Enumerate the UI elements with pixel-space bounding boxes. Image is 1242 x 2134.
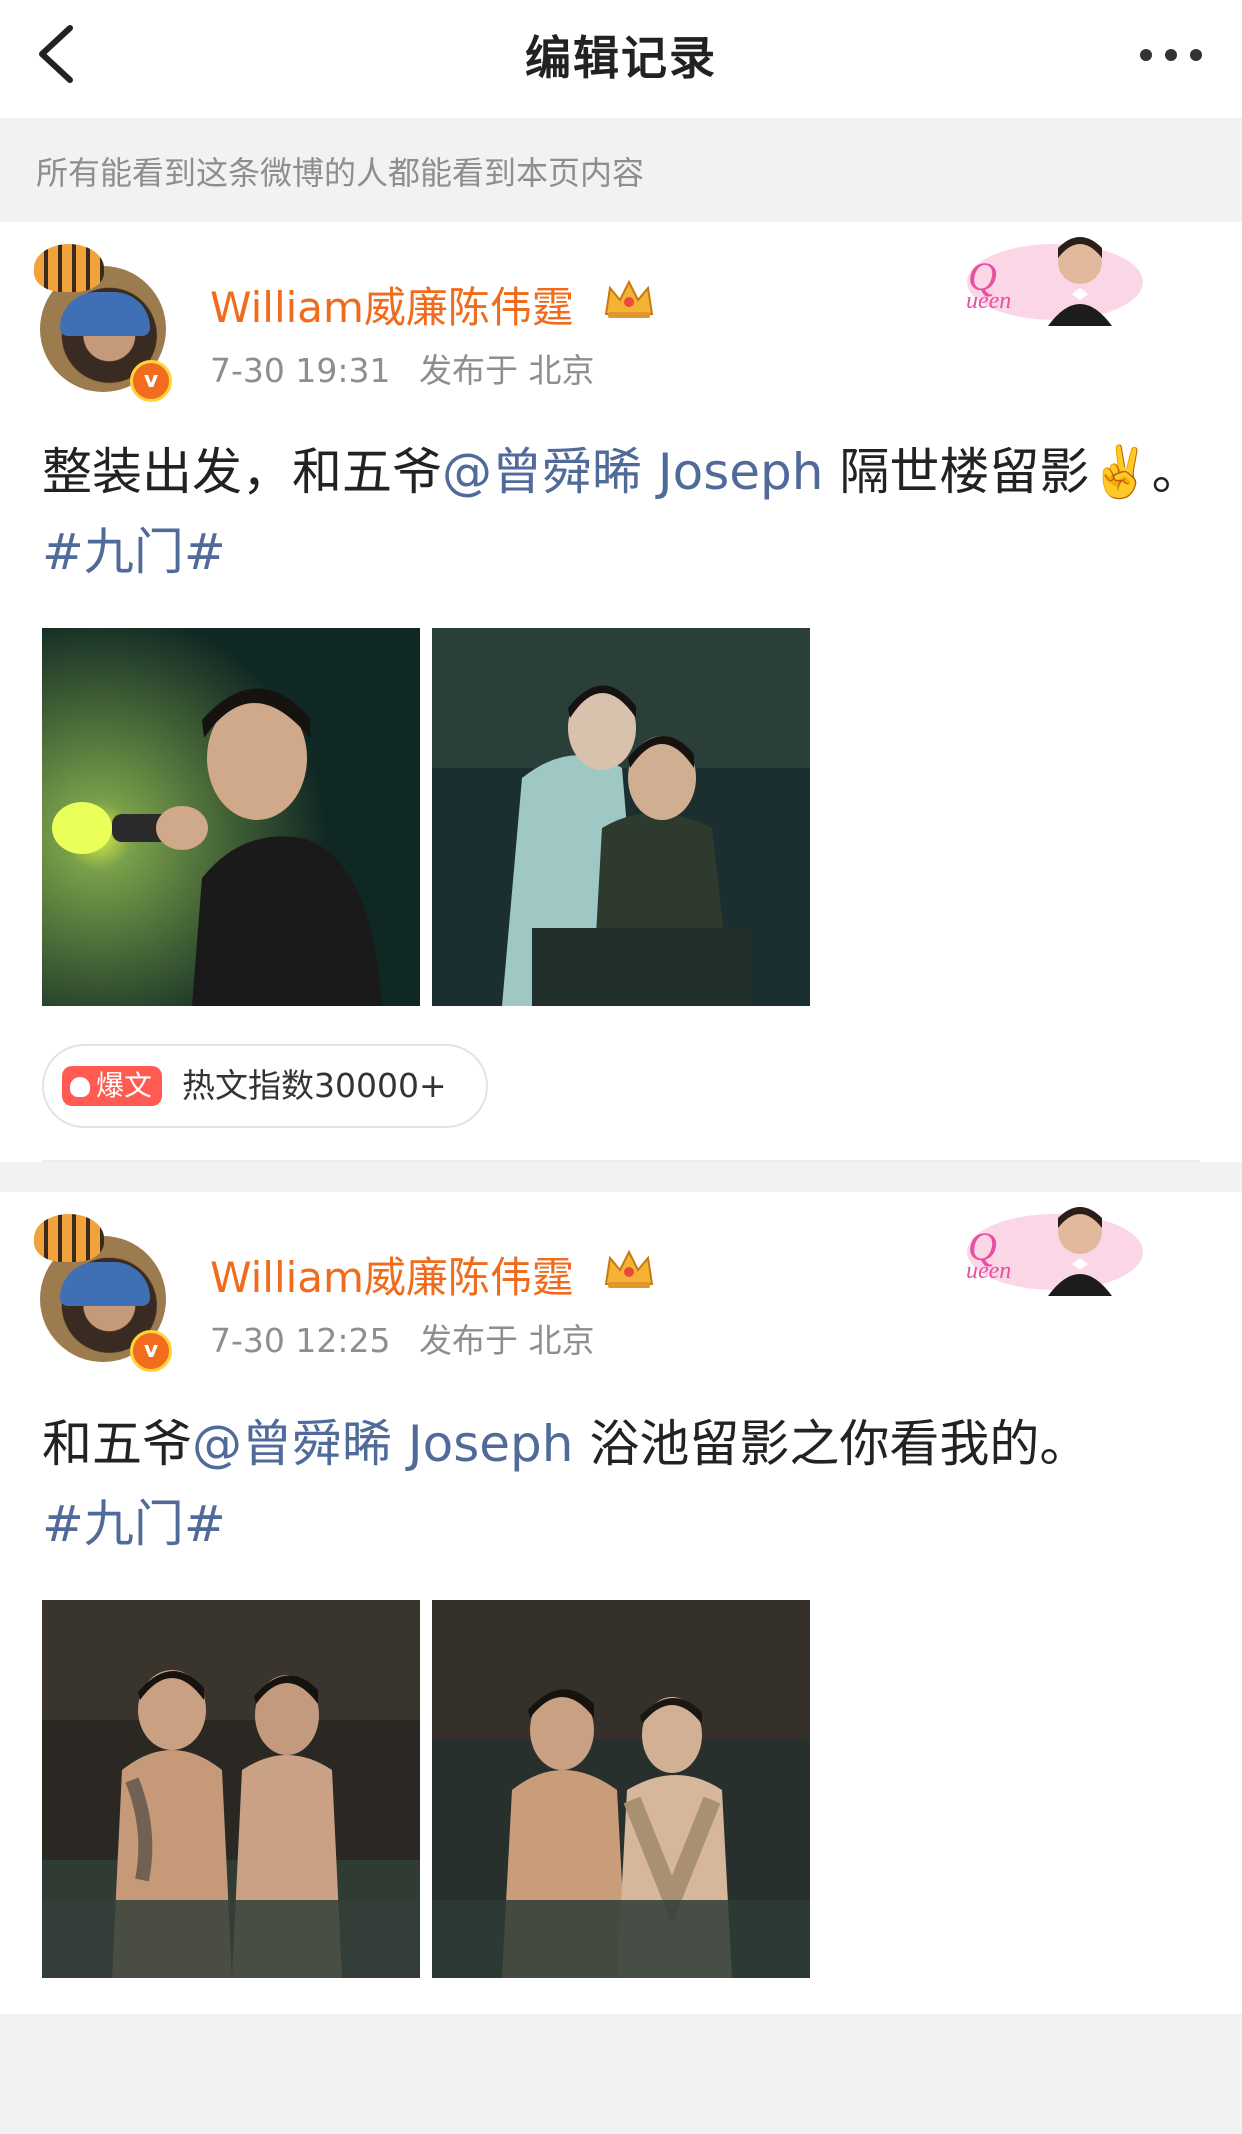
divider [42,1160,1200,1162]
mention-link[interactable]: @曾舜晞 Joseph [442,443,823,501]
post-photo[interactable] [42,628,420,1006]
page-title: 编辑记录 [525,31,717,85]
post-location: 发布于 北京 [419,351,595,390]
avatar[interactable]: v [32,244,172,402]
post-time: 7-30 19:31 [210,351,391,390]
post-content: 整装出发，和五爷@曾舜晞 Joseph 隔世楼留影✌️。 #九门# [42,432,1202,592]
more-dots-icon[interactable] [1136,40,1206,70]
post-meta: 7-30 12:25 发布于 北京 [210,1314,613,1362]
svg-text:ueen: ueen [966,288,1011,314]
queen-badge-image: Q ueen [960,222,1150,326]
post-card: v William威廉陈伟霆 7-30 19:31 发布于 北京 Q ueen … [0,222,1242,1162]
post-card: v William威廉陈伟霆 7-30 12:25 发布于 北京 Q ueen … [0,1192,1242,2014]
post-photo[interactable] [432,1600,810,1978]
crown-icon[interactable] [602,278,656,320]
post-location: 发布于 北京 [419,1321,595,1360]
post-photo[interactable] [42,1600,420,1978]
hot-tag-label: 爆文 [96,1069,153,1102]
crown-icon[interactable] [602,1248,656,1290]
visibility-notice: 所有能看到这条微博的人都能看到本页内容 [0,118,1242,222]
hashtag-link[interactable]: #九门# [42,523,226,581]
tiger-pendant-icon [34,244,104,292]
post-meta: 7-30 19:31 发布于 北京 [210,344,613,392]
notice-text: 所有能看到这条微博的人都能看到本页内容 [36,154,645,192]
flame-icon [70,1077,90,1097]
post-photo[interactable] [432,628,810,1006]
mention-link[interactable]: @曾舜晞 Joseph [192,1415,573,1473]
post-text-part: 整装出发，和五爷 [42,443,442,501]
tiger-pendant-icon [34,1214,104,1262]
post-text-part: 浴池留影之你看我的。 [589,1415,1090,1473]
top-nav-bar: 编辑记录 [0,0,1242,118]
post-time: 7-30 12:25 [210,1321,391,1360]
verified-badge-icon: v [130,1330,172,1372]
post-text-part: 隔世楼留影✌️。 [839,443,1202,501]
hashtag-link[interactable]: #九门# [42,1495,226,1553]
hot-index-chip[interactable]: 爆文 热文指数30000+ [42,1044,488,1128]
author-name[interactable]: William威廉陈伟霆 [210,274,574,335]
avatar[interactable]: v [32,1214,172,1372]
post-content: 和五爷@曾舜晞 Joseph 浴池留影之你看我的。 #九门# [42,1404,1202,1564]
svg-text:ueen: ueen [966,1258,1011,1284]
verified-badge-icon: v [130,360,172,402]
post-text-part: 和五爷 [42,1415,192,1473]
hot-article-tag: 爆文 [62,1066,163,1106]
hot-index-text: 热文指数30000+ [182,1066,447,1105]
author-name[interactable]: William威廉陈伟霆 [210,1244,574,1305]
queen-badge-image: Q ueen [960,1192,1150,1296]
